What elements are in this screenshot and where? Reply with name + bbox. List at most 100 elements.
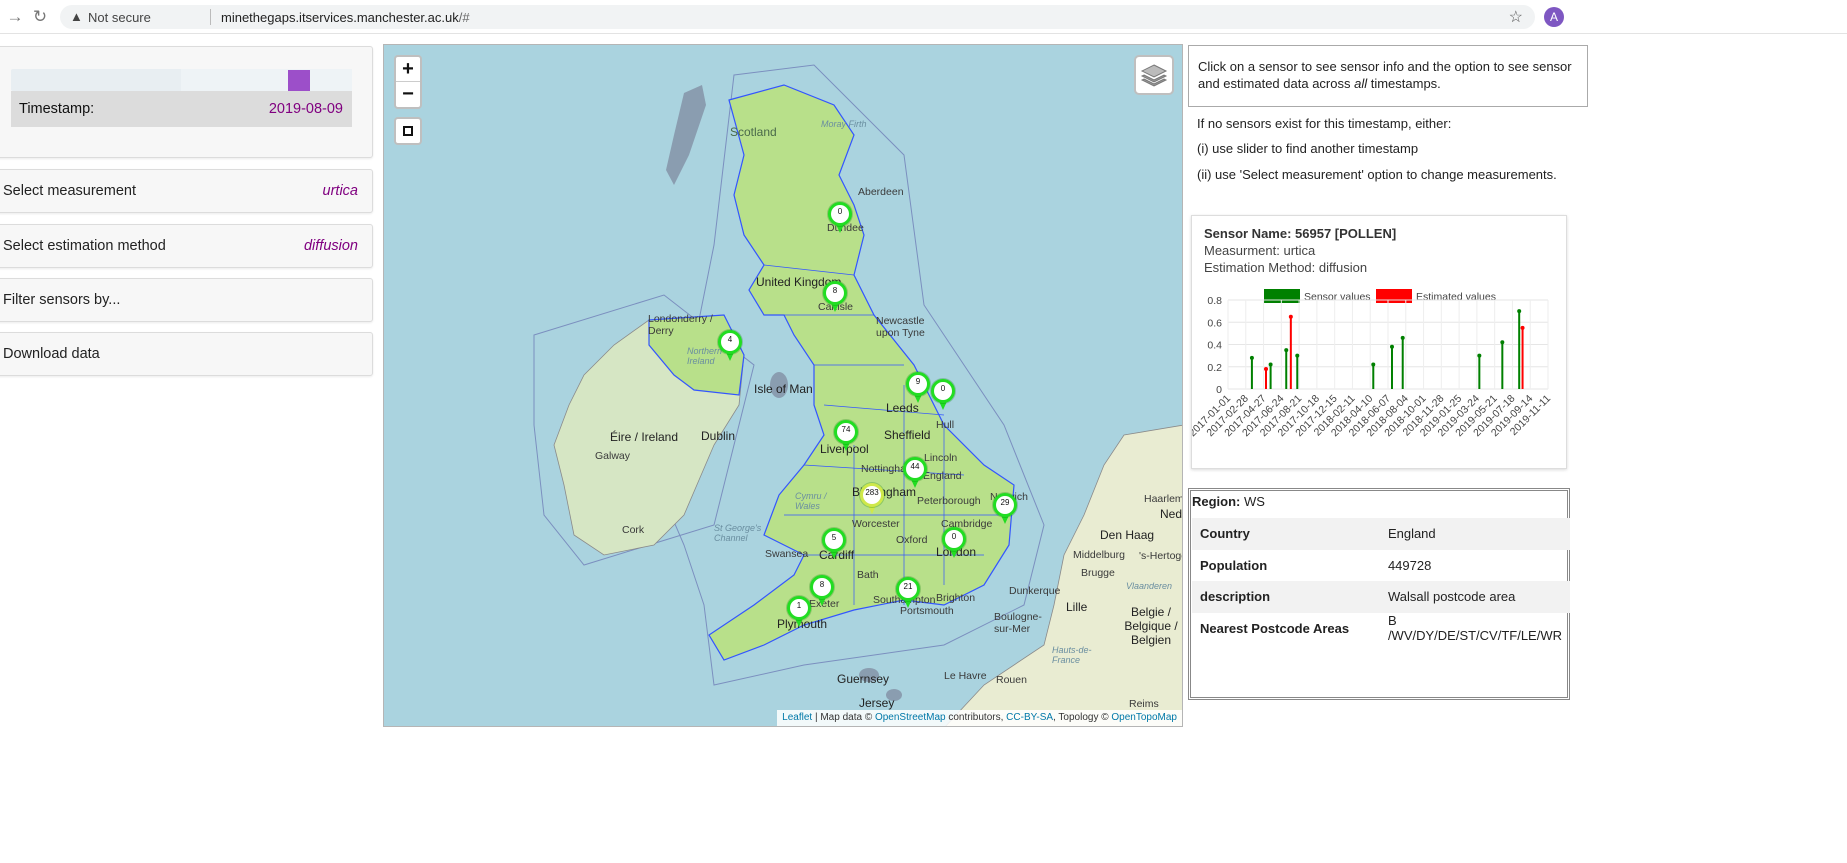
sensor-measurement: Measurment: urtica: [1204, 243, 1316, 258]
marker-count: 5: [831, 533, 837, 542]
sensor-marker[interactable]: 8: [810, 575, 834, 609]
hint-line-1: If no sensors exist for this timestamp, …: [1197, 116, 1452, 131]
sensor-point: [1371, 362, 1376, 367]
sensor-marker[interactable]: 29: [993, 493, 1017, 527]
map[interactable]: Scotland Moray Firth Aberdeen Dundee Uni…: [383, 44, 1183, 727]
sensor-point: [1517, 309, 1522, 314]
map-label-jersey: Jersey: [859, 696, 895, 710]
sensor-marker[interactable]: 5: [822, 528, 846, 562]
map-label-galway: Galway: [595, 450, 631, 462]
attribution-text: contributors,: [945, 712, 1007, 723]
bookmark-star-icon[interactable]: ☆: [1509, 7, 1523, 27]
map-label-brighton: Brighton: [936, 592, 976, 604]
estimated-point: [1288, 314, 1293, 319]
map-label-brugge: Brugge: [1081, 567, 1115, 579]
region-key: Country: [1192, 518, 1380, 550]
warning-icon[interactable]: ▲: [70, 9, 83, 24]
square-icon: [403, 126, 413, 136]
y-tick-label: 0.6: [1207, 317, 1222, 329]
map-label-vlaanderen: Vlaanderen: [1126, 581, 1173, 591]
sensor-marker[interactable]: 8: [823, 281, 847, 315]
map-label-hautsdefrance: Hauts-de-France: [1052, 645, 1092, 665]
marker-count: 9: [915, 377, 921, 386]
map-label-boulogne: Boulogne-sur-Mer: [994, 611, 1042, 635]
sensor-marker[interactable]: 4: [718, 330, 742, 364]
map-label-reims: Reims: [1129, 698, 1159, 710]
layers-button[interactable]: [1134, 55, 1174, 95]
sensor-point: [1400, 335, 1405, 340]
zoom-out-button[interactable]: −: [396, 82, 420, 107]
sensor-marker[interactable]: 0: [942, 527, 966, 561]
select-measurement-label: Select measurement: [3, 183, 136, 199]
map-label-hull: Hull: [936, 419, 955, 431]
draw-rectangle-button[interactable]: [394, 117, 422, 145]
profile-avatar[interactable]: A: [1544, 7, 1564, 27]
map-label-denhaag: Den Haag: [1100, 528, 1155, 542]
attribution-text: | Map data ©: [812, 712, 875, 723]
marker-count: 44: [910, 462, 920, 471]
sensor-point: [1500, 340, 1505, 345]
license-link[interactable]: CC-BY-SA: [1006, 712, 1053, 723]
map-label-oxford: Oxford: [896, 534, 928, 546]
map-label-stgeorge: St George's Channel: [714, 523, 762, 543]
map-label-dunkerque: Dunkerque: [1009, 585, 1061, 597]
marker-count: 0: [951, 532, 957, 541]
sensor-marker[interactable]: 0: [931, 379, 955, 413]
map-label-cymru: Cymru / Wales: [795, 491, 827, 511]
timestamp-value: 2019-08-09: [268, 101, 343, 117]
select-measurement-button[interactable]: Select measurement urtica: [0, 169, 373, 213]
map-label-haarlem: Haarlem: [1144, 493, 1183, 505]
region-key: Nearest Postcode Areas: [1200, 620, 1350, 636]
osm-link[interactable]: OpenStreetMap: [875, 712, 946, 723]
select-estimation-label: Select estimation method: [3, 238, 166, 254]
sensor-marker[interactable]: 283: [860, 483, 884, 517]
instructions-box: Click on a sensor to see sensor info and…: [1188, 45, 1588, 107]
sensor-estimation: Estimation Method: diffusion: [1204, 260, 1368, 275]
security-label[interactable]: Not secure: [88, 10, 151, 25]
marker-count: 21: [903, 582, 913, 591]
marker-count: 8: [819, 580, 825, 589]
marker-count: 74: [841, 425, 851, 434]
sensor-marker[interactable]: 21: [896, 577, 920, 611]
sensor-marker[interactable]: 9: [906, 372, 930, 406]
sensor-chart: Sensor values Estimated values 0.8 0.6 0.4 0.…: [1192, 289, 1553, 439]
table-row: description Walsall postcode area: [1192, 581, 1570, 613]
table-row: Country England: [1192, 518, 1570, 550]
address-bar[interactable]: ▲ Not secure minethegaps.itservices.manc…: [60, 5, 1535, 29]
sensor-marker[interactable]: 74: [834, 420, 858, 454]
region-value-cell: Walsall postcode area: [1379, 581, 1570, 613]
map-label-nederland: Nederland: [1160, 507, 1183, 521]
url-host: minethegaps.itservices.manchester.ac.uk: [221, 10, 459, 25]
sensor-marker[interactable]: 0: [828, 202, 852, 236]
forward-icon[interactable]: →: [5, 7, 25, 27]
timestamp-slider-thumb[interactable]: [288, 70, 310, 91]
opentopo-link[interactable]: OpenTopoMap: [1111, 712, 1177, 723]
instructions-text: Click on a sensor to see sensor info and…: [1198, 58, 1578, 92]
region-value: WS: [1244, 494, 1265, 509]
sensor-marker[interactable]: 1: [787, 596, 811, 630]
timestamp-row: Timestamp: 2019-08-09: [11, 91, 352, 127]
map-label-rouen: Rouen: [996, 674, 1027, 686]
marker-count: 8: [832, 286, 838, 295]
legend-swatch: [1376, 289, 1412, 303]
browser-toolbar: → ↻ ▲ Not secure minethegaps.itservices.…: [0, 0, 1847, 34]
region-value-cell: 449728: [1387, 557, 1432, 573]
marker-count: 1: [796, 601, 802, 610]
sensor-point: [1389, 344, 1394, 349]
attribution-text: , Topology ©: [1053, 712, 1112, 723]
map-label-scotland: Scotland: [730, 125, 777, 139]
y-tick-label: 0.4: [1207, 340, 1222, 352]
zoom-in-button[interactable]: +: [396, 57, 420, 82]
select-estimation-button[interactable]: Select estimation method diffusion: [0, 224, 373, 268]
region-value-cell: England: [1379, 518, 1570, 550]
leaflet-link[interactable]: Leaflet: [782, 712, 812, 723]
marker-count: 0: [837, 207, 843, 216]
reload-icon[interactable]: ↻: [30, 7, 50, 27]
map-label-dublin: Dublin: [701, 429, 736, 443]
filter-sensors-button[interactable]: Filter sensors by...: [0, 278, 373, 322]
url-text[interactable]: minethegaps.itservices.manchester.ac.uk/…: [221, 10, 470, 25]
map-label-england: England: [923, 470, 962, 482]
y-tick-label: 0.8: [1207, 295, 1222, 307]
sensor-marker[interactable]: 44: [903, 457, 927, 491]
download-data-button[interactable]: Download data: [0, 332, 373, 376]
